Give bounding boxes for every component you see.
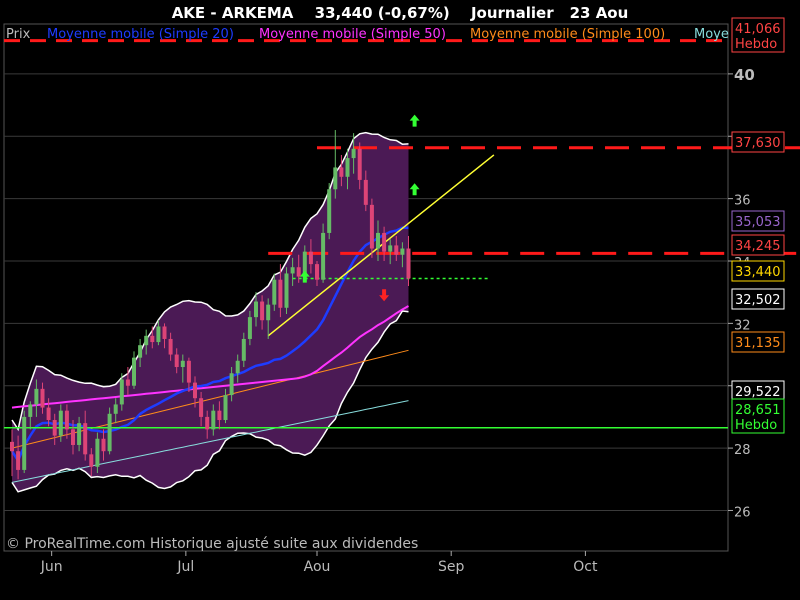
candle-body xyxy=(290,267,295,274)
candle-body xyxy=(351,148,356,159)
candle-body xyxy=(174,354,179,368)
legend-ma-long: Moye xyxy=(694,27,729,42)
footer-copyright: © ProRealTime.com Historique ajusté suit… xyxy=(6,536,418,552)
candle-body xyxy=(95,438,100,467)
y-tick-label: 32 xyxy=(734,318,751,333)
candle-body xyxy=(58,410,63,436)
candle-body xyxy=(64,410,69,430)
candle-body xyxy=(205,416,210,430)
price-label: 32,502 xyxy=(735,293,781,308)
candle-body xyxy=(180,360,185,368)
x-tick-label: Aou xyxy=(304,559,331,575)
candle-body xyxy=(119,379,124,405)
price-label: 31,135 xyxy=(735,336,781,351)
candle-body xyxy=(89,454,94,467)
candle-body xyxy=(113,404,118,414)
candle-body xyxy=(327,189,332,233)
legend-ma100: Moyenne mobile (Simple 100) xyxy=(470,27,665,42)
y-tick-label: 40 xyxy=(734,66,755,84)
candle-body xyxy=(254,301,258,318)
x-tick-label: Jun xyxy=(40,559,63,575)
y-tick-label: 36 xyxy=(734,194,751,209)
candle-body xyxy=(376,232,380,249)
candle-body xyxy=(199,398,204,417)
candle-body xyxy=(278,279,283,308)
candle-body xyxy=(369,204,374,249)
candle-body xyxy=(28,404,33,417)
candle-body xyxy=(16,451,21,470)
price-label: 33,440 xyxy=(735,265,781,280)
x-tick-label: Oct xyxy=(573,559,598,575)
candle-body xyxy=(241,338,246,361)
candle-body xyxy=(52,420,57,436)
candle-body xyxy=(394,245,399,255)
arrow-up-icon xyxy=(409,114,420,127)
candle-body xyxy=(247,317,252,339)
y-tick-label: 28 xyxy=(734,443,751,458)
candle-body xyxy=(107,413,112,452)
candle-body xyxy=(229,373,234,396)
candle-body xyxy=(308,251,313,265)
candle-body xyxy=(333,167,338,190)
candle-body xyxy=(40,388,45,408)
candle-body xyxy=(46,407,51,421)
candle-body xyxy=(345,158,350,177)
candle-body xyxy=(186,360,191,383)
price-label: 35,053 xyxy=(735,215,781,230)
candle-body xyxy=(235,360,240,374)
candle-body xyxy=(132,357,136,386)
candle-body xyxy=(101,438,106,452)
candle-body xyxy=(363,179,368,205)
candle-body xyxy=(144,335,149,346)
candle-body xyxy=(138,345,143,358)
x-tick-label: Sep xyxy=(438,559,465,575)
candle-body xyxy=(284,273,289,308)
candle-body xyxy=(406,248,411,279)
candle-body xyxy=(272,279,277,305)
candle-body xyxy=(34,388,39,405)
price-label: 34,245 xyxy=(735,239,781,254)
price-label: 41,066 xyxy=(735,22,781,37)
candle-body xyxy=(162,326,167,339)
legend-ma50: Moyenne mobile (Simple 50) xyxy=(259,27,446,42)
candle-body xyxy=(211,410,216,430)
price-label: 29,522 xyxy=(735,385,781,400)
candle-body xyxy=(83,423,88,455)
price-label-sub: Hebdo xyxy=(735,37,777,52)
candle-body xyxy=(156,326,161,343)
arrow-up-icon xyxy=(409,183,420,196)
candle-body xyxy=(357,148,362,180)
price-chart[interactable]: 2628303234363840JunJulAouSepOctPrixMoyen… xyxy=(0,0,800,600)
candle-body xyxy=(150,335,155,343)
price-label-sub: Hebdo xyxy=(735,418,777,433)
candle-body xyxy=(71,429,75,445)
candle-body xyxy=(193,382,197,399)
price-label: 37,630 xyxy=(735,136,781,151)
candle-body xyxy=(388,245,393,252)
candle-body xyxy=(400,248,405,255)
candle-body xyxy=(77,423,82,445)
candle-body xyxy=(217,410,222,421)
candle-body xyxy=(296,267,301,277)
candle-body xyxy=(266,304,271,321)
candle-body xyxy=(125,379,130,386)
candle-body xyxy=(315,264,319,280)
y-tick-label: 26 xyxy=(734,505,751,520)
x-tick-label: Jul xyxy=(176,559,194,575)
candle-body xyxy=(260,301,265,321)
legend-price: Prix xyxy=(6,27,31,42)
candle-body xyxy=(339,167,344,177)
candle-body xyxy=(321,232,326,280)
candle-body xyxy=(223,395,228,421)
price-label: 28,651 xyxy=(735,403,781,418)
candle-body xyxy=(10,441,14,452)
candle-body xyxy=(382,232,387,252)
candle-body xyxy=(168,338,173,355)
candle-body xyxy=(22,416,27,470)
legend-ma20: Moyenne mobile (Simple 20) xyxy=(47,27,234,42)
